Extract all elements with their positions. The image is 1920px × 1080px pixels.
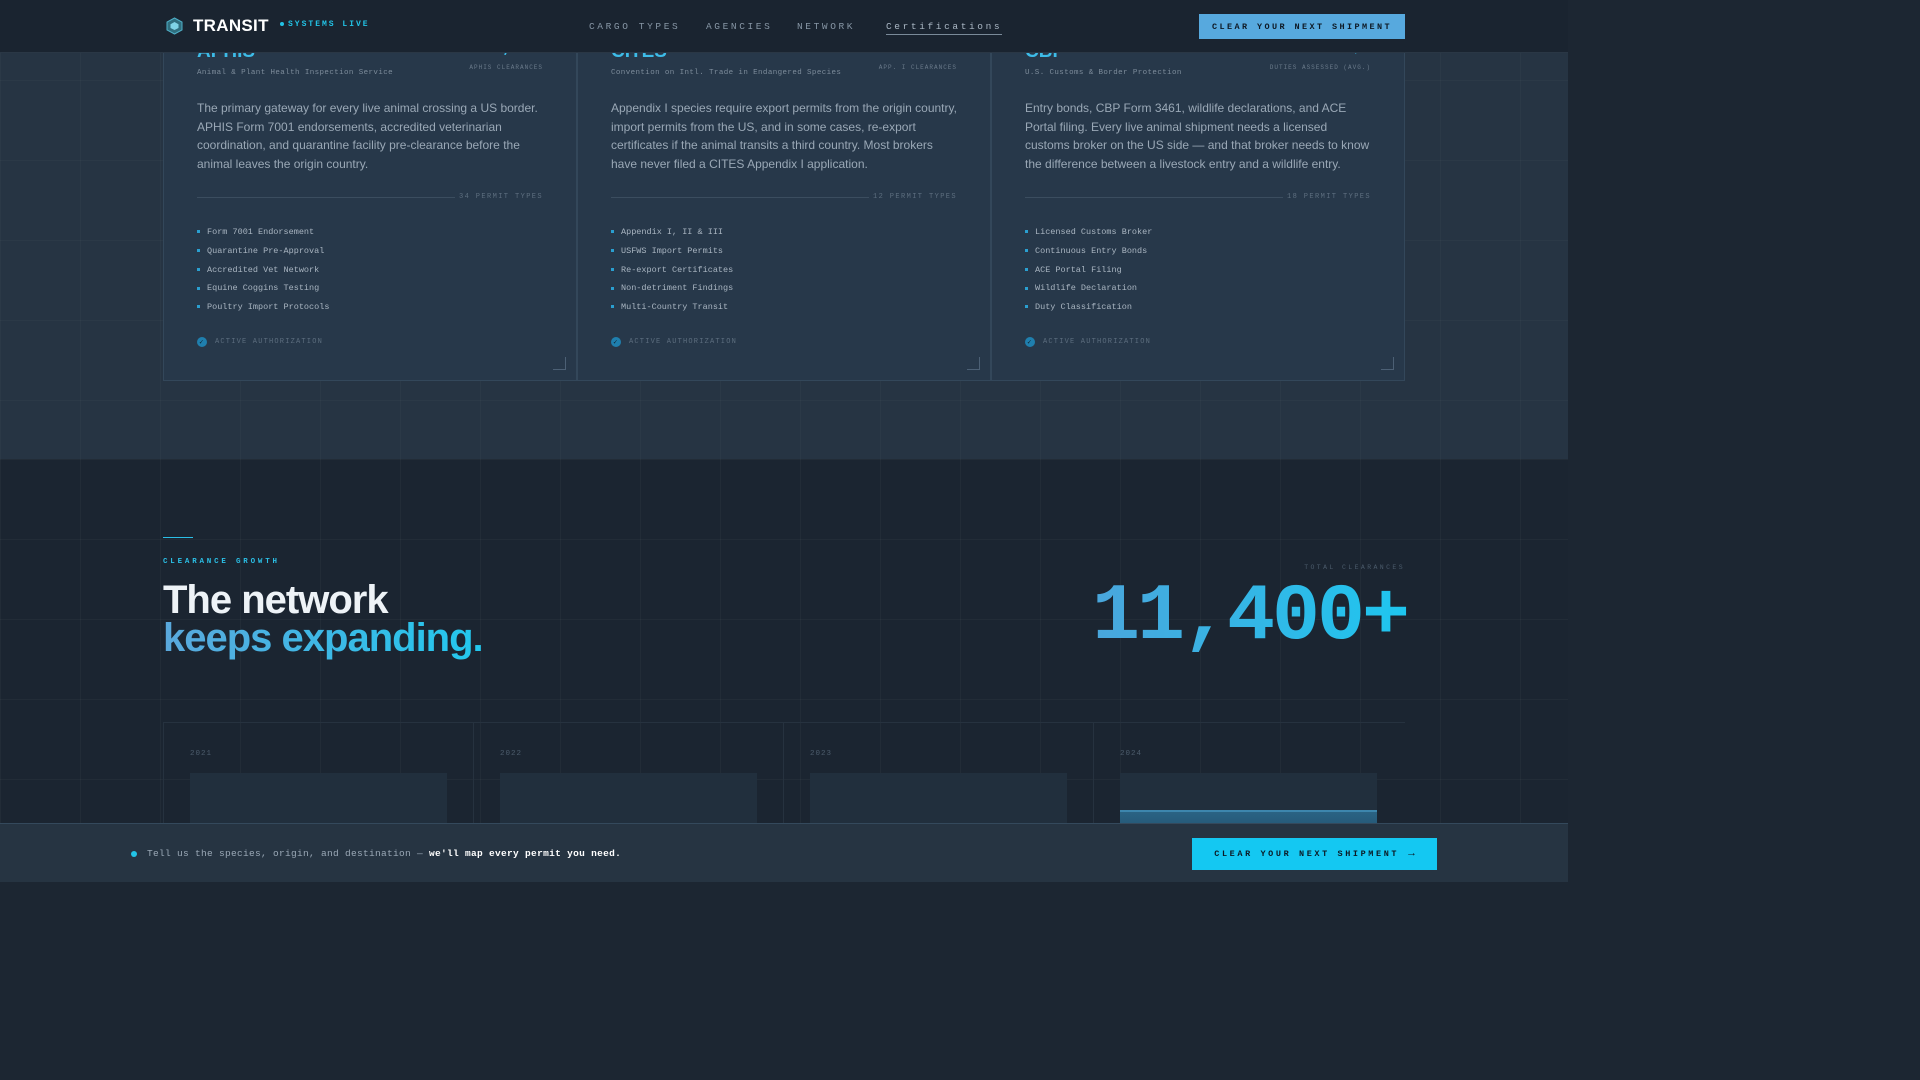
list-item: Equine Coggins Testing (197, 279, 329, 298)
bullet-icon (1025, 230, 1028, 234)
nav-network[interactable]: NETWORK (797, 21, 855, 32)
bullet-icon (611, 305, 614, 309)
agency-subtitle: U.S. Customs & Border Protection (1025, 69, 1182, 77)
list-item: Continuous Entry Bonds (1025, 242, 1152, 261)
clear-shipment-button[interactable]: CLEAR YOUR NEXT SHIPMENT (1199, 14, 1405, 39)
list-item: Poultry Import Protocols (197, 298, 329, 317)
bullet-icon (611, 267, 614, 271)
list-item: Quarantine Pre-Approval (197, 242, 329, 261)
agency-description: The primary gateway for every live anima… (197, 101, 538, 172)
list-item: Re-export Certificates (611, 261, 733, 280)
bullet-icon (611, 230, 614, 234)
corner-bracket-icon (553, 357, 566, 370)
bullet-icon (1025, 267, 1028, 271)
list-item: Wildlife Declaration (1025, 279, 1152, 298)
divider (1025, 197, 1283, 198)
status-badge: SYSTEMS LIVE (280, 20, 370, 29)
total-clearances-value: 11,400+ (1091, 572, 1410, 663)
cta-message: Tell us the species, origin, and destina… (147, 848, 622, 859)
check-icon: ✓ (197, 337, 207, 347)
authorization-status: ✓ ACTIVE AUTHORIZATION (1025, 337, 1151, 347)
top-navigation: TRANSIT SYSTEMS LIVE CARGO TYPES AGENCIE… (0, 0, 1568, 53)
list-item: USFWS Import Permits (611, 242, 733, 261)
bullet-icon (197, 249, 200, 253)
nav-agencies[interactable]: AGENCIES (706, 21, 772, 32)
list-item: Appendix I, II & III (611, 223, 733, 242)
permit-list: Form 7001 Endorsement Quarantine Pre-App… (197, 223, 329, 317)
permit-list: Licensed Customs Broker Continuous Entry… (1025, 223, 1152, 317)
agency-card-aphis: APHIS Animal & Plant Health Inspection S… (163, 30, 577, 381)
arrow-right-icon: → (1408, 848, 1415, 860)
clear-shipment-cta-button[interactable]: CLEAR YOUR NEXT SHIPMENT → (1192, 838, 1437, 870)
corner-bracket-icon (967, 357, 980, 370)
bullet-icon (197, 230, 200, 234)
authorization-status: ✓ ACTIVE AUTHORIZATION (611, 337, 737, 347)
nav-certifications[interactable]: Certifications (886, 21, 1003, 35)
agency-stat-label: APHIS CLEARANCES (469, 64, 543, 71)
agency-subtitle: Animal & Plant Health Inspection Service (197, 69, 394, 77)
agency-stat-label: DUTIES ASSESSED (AVG.) (1269, 64, 1371, 71)
divider (611, 197, 869, 198)
bullet-icon (1025, 305, 1028, 309)
bullet-icon (197, 305, 200, 309)
agency-card-cbp: CBP U.S. Customs & Border Protection $0 … (991, 30, 1405, 381)
permit-types-count: 34 PERMIT TYPES (458, 193, 543, 201)
agency-description: Appendix I species require export permit… (611, 101, 957, 172)
list-item: Multi-Country Transit (611, 298, 733, 317)
corner-bracket-icon (1381, 357, 1394, 370)
permit-list: Appendix I, II & III USFWS Import Permit… (611, 223, 733, 317)
nav-cargo-types[interactable]: CARGO TYPES (589, 21, 680, 32)
check-icon: ✓ (611, 337, 621, 347)
bullet-icon (611, 249, 614, 253)
bullet-icon (197, 286, 200, 290)
permit-types-count: 12 PERMIT TYPES (872, 193, 957, 201)
agency-stat-label: APP. I CLEARANCES (878, 64, 957, 71)
list-item: Duty Classification (1025, 298, 1152, 317)
year-label: 2023 (810, 750, 833, 758)
agency-card-cites: CITES Convention on Intl. Trade in Endan… (577, 30, 991, 381)
brand-logo[interactable]: TRANSIT (193, 16, 269, 36)
list-item: Non-detriment Findings (611, 279, 733, 298)
bullet-icon (1025, 249, 1028, 253)
bullet-icon (611, 286, 614, 290)
year-label: 2021 (190, 750, 213, 758)
hexagon-logo-icon (166, 17, 183, 35)
check-icon: ✓ (1025, 337, 1035, 347)
year-label: 2022 (500, 750, 523, 758)
bullet-icon (1025, 286, 1028, 290)
list-item: Form 7001 Endorsement (197, 223, 329, 242)
section-eyebrow: CLEARANCE GROWTH (163, 558, 280, 566)
agency-description: Entry bonds, CBP Form 3461, wildlife dec… (1025, 101, 1370, 172)
live-dot-icon (280, 21, 284, 26)
agency-subtitle: Convention on Intl. Trade in Endangered … (611, 69, 842, 77)
list-item: Accredited Vet Network (197, 261, 329, 280)
list-item: Licensed Customs Broker (1025, 223, 1152, 242)
permit-types-count: 18 PERMIT TYPES (1286, 193, 1371, 201)
sticky-cta-bar: Tell us the species, origin, and destina… (0, 823, 1568, 882)
agencies-section: APHIS Animal & Plant Health Inspection S… (0, 0, 1568, 459)
bullet-icon (197, 267, 200, 271)
total-clearances-label: TOTAL CLEARANCES (1304, 564, 1405, 571)
accent-line (163, 537, 193, 538)
divider (197, 197, 455, 198)
authorization-status: ✓ ACTIVE AUTHORIZATION (197, 337, 323, 347)
list-item: ACE Portal Filing (1025, 261, 1152, 280)
year-label: 2024 (1120, 750, 1143, 758)
section-headline-accent: keeps expanding. (163, 616, 484, 660)
status-dot-icon (131, 851, 137, 857)
